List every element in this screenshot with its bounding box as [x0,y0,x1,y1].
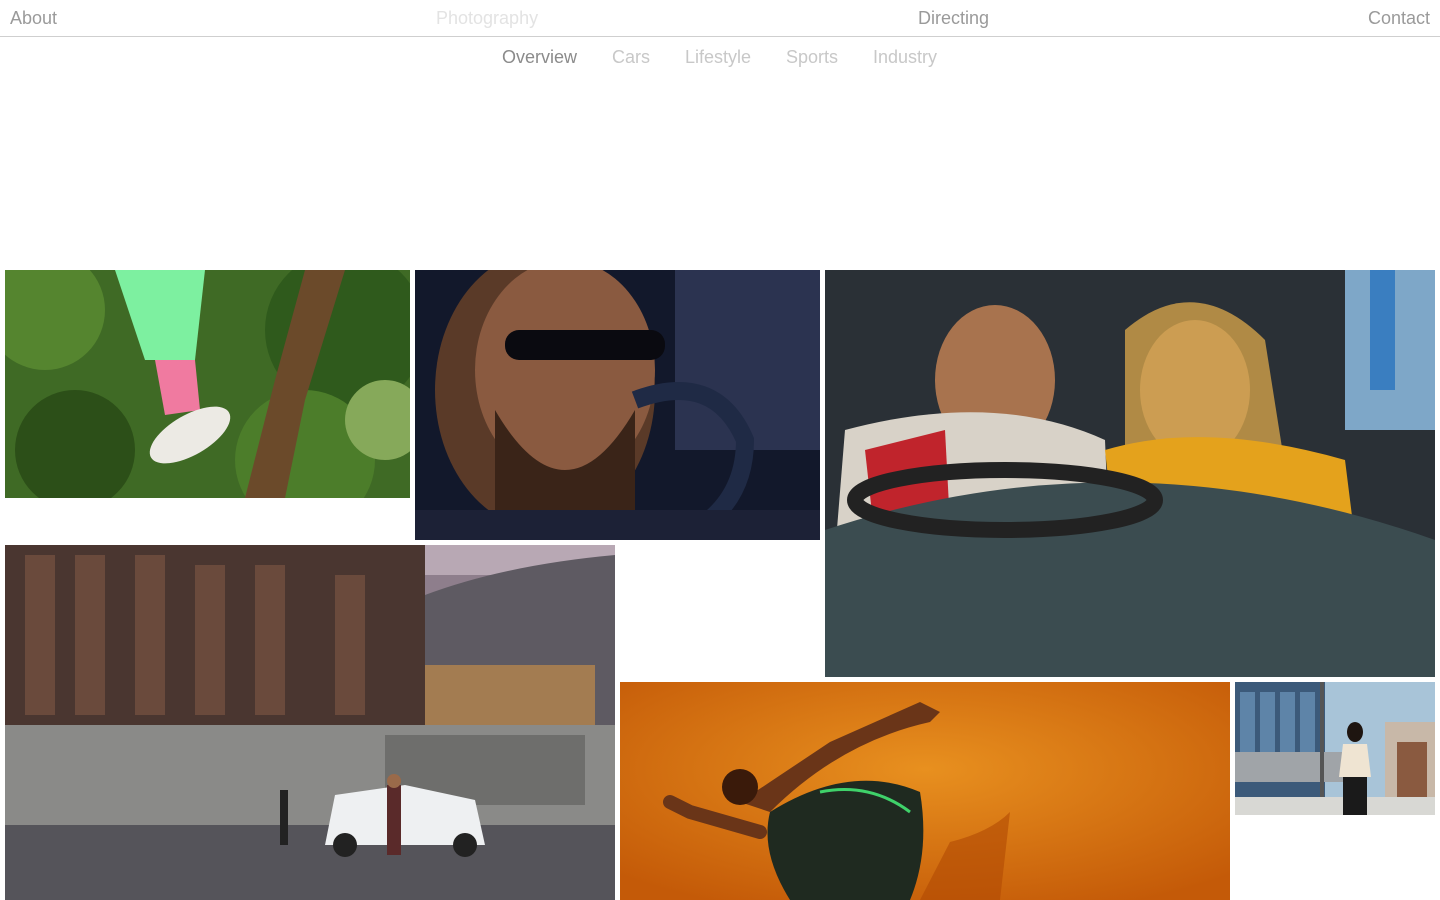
modern-building-car-photo [5,545,615,900]
main-nav: About Photography Directing Contact [0,0,1440,37]
bearded-driver-photo [415,270,820,540]
nav-about-link[interactable]: About [10,8,57,28]
nav-contact-link[interactable]: Contact [1368,8,1430,28]
filter-sports[interactable]: Sports [786,46,838,68]
legs-in-tree-photo [5,270,410,498]
filter-overview[interactable]: Overview [502,46,577,68]
gallery-photo-tree-legs[interactable] [5,270,410,498]
gallery-photo-sprinter[interactable] [620,682,1230,900]
filter-cars[interactable]: Cars [612,46,650,68]
gallery-photo-building-car[interactable] [5,545,615,900]
filter-industry[interactable]: Industry [873,46,937,68]
couple-in-car-photo [825,270,1435,677]
nav-photography-link[interactable]: Photography [436,8,538,28]
gallery-photo-city-woman[interactable] [1235,682,1435,815]
woman-city-street-photo [1235,682,1435,815]
gallery-photo-couple-car[interactable] [825,270,1435,677]
nav-directing-link[interactable]: Directing [918,8,989,28]
sprinter-orange-photo [620,682,1230,900]
filter-lifestyle[interactable]: Lifestyle [685,46,751,68]
category-filter: Overview Cars Lifestyle Sports Industry [0,46,1440,70]
gallery-photo-driver[interactable] [415,270,820,540]
